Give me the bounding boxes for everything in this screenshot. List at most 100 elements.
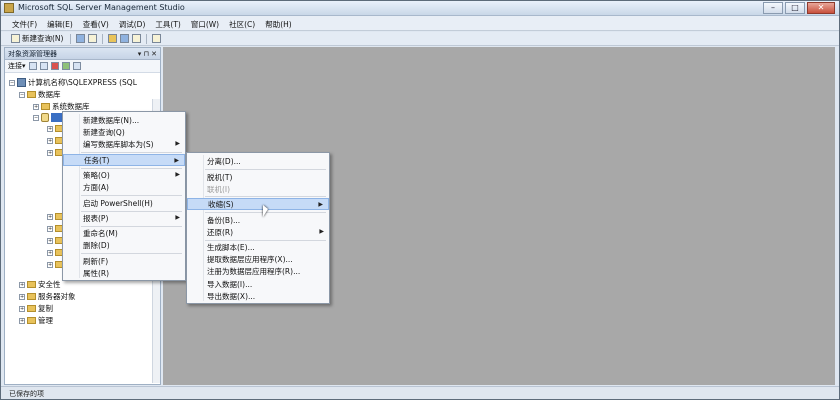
menu-item-register-data-tier-app[interactable]: 注册为数据层应用程序(R)... [187,265,329,277]
expand-toggle[interactable]: + [47,249,53,256]
menu-item-backup[interactable]: 备份(B)... [187,214,329,226]
expand-toggle[interactable]: + [19,317,25,324]
menu-item-label: 属性(R) [83,268,110,278]
database-engine-query-icon[interactable] [76,34,86,43]
expand-toggle[interactable]: + [47,225,53,232]
pane-controls[interactable]: ▾ ⊓ ✕ [138,50,157,58]
submenu-arrow-icon: ▶ [175,140,180,147]
new-query-label: 新建查询(N) [22,34,64,43]
collapse-toggle[interactable]: − [19,91,25,98]
filter-icon[interactable] [61,62,70,70]
menu-item-properties[interactable]: 属性(R) [63,267,185,279]
ssms-app-icon [4,3,14,13]
menu-item-shrink[interactable]: 收缩(S) ▶ [187,198,329,210]
stop-icon[interactable] [50,62,59,70]
menu-item-rename[interactable]: 重命名(M) [63,227,185,239]
menu-item-label: 新建查询(Q) [83,127,125,137]
submenu-arrow-icon: ▶ [319,228,324,235]
tasks-submenu: 分离(D)... 脱机(T) 联机(I) 收缩(S) ▶ 备份(B)... 还原(… [186,152,330,304]
expand-toggle[interactable]: + [47,261,53,268]
databases-node[interactable]: − 数据库 [19,89,61,100]
server-objects-node[interactable]: + 服务器对象 [19,291,76,302]
menu-item-label: 启动 PowerShell(H) [83,198,153,208]
submenu-arrow-icon: ▶ [175,171,180,178]
refresh-icon[interactable] [72,62,81,70]
replication-node[interactable]: + 复制 [19,303,53,314]
menu-item-import-data[interactable]: 导入数据(I)... [187,278,329,290]
expand-toggle[interactable]: + [47,137,53,144]
menu-separator [81,195,182,196]
window-title: Microsoft SQL Server Management Studio [18,3,185,12]
toolbar-separator [102,33,104,44]
database-icon [41,113,49,122]
registered-servers-icon[interactable] [152,34,162,43]
menu-item-label: 备份(B)... [207,215,241,225]
folder-icon [27,293,36,300]
menu-view[interactable]: 查看(V) [78,16,114,30]
toolbar-separator [146,33,148,44]
menu-item-label: 编写数据库脚本为(S) [83,139,154,149]
expand-toggle[interactable]: + [47,125,53,132]
new-query-button[interactable]: 新建查询(N) [9,33,65,44]
connect-dropdown[interactable]: 连接▾ [8,61,26,71]
menu-help[interactable]: 帮助(H) [260,16,297,30]
minimize-button[interactable]: – [763,2,783,14]
expand-toggle[interactable]: + [19,281,25,288]
expand-toggle[interactable]: + [33,103,39,110]
menu-item-script-database-as[interactable]: 编写数据库脚本为(S) ▶ [63,138,185,150]
menu-item-generate-scripts[interactable]: 生成脚本(E)... [187,241,329,253]
menu-item-detach[interactable]: 分离(D)... [187,155,329,167]
menu-debug[interactable]: 调试(D) [114,16,151,30]
save-icon[interactable] [120,34,130,43]
menu-item-label: 删除(D) [83,240,110,250]
menu-item-extract-data-tier-app[interactable]: 提取数据层应用程序(X)... [187,253,329,265]
expand-toggle[interactable]: + [19,293,25,300]
server-objects-label: 服务器对象 [38,292,76,301]
toolbar-separator [70,33,72,44]
save-all-icon[interactable] [132,34,142,43]
menu-item-refresh[interactable]: 刷新(F) [63,255,185,267]
status-bar: 已保存的项 [1,386,839,399]
management-node[interactable]: + 管理 [19,315,53,326]
menu-item-policies[interactable]: 策略(O) ▶ [63,169,185,181]
open-file-icon[interactable] [108,34,118,43]
menu-community[interactable]: 社区(C) [224,16,260,30]
menu-item-label: 新建数据库(N)... [83,115,140,125]
collapse-toggle[interactable]: − [9,79,15,86]
expand-toggle[interactable]: + [47,237,53,244]
collapse-toggle[interactable]: − [33,114,39,121]
menu-tools[interactable]: 工具(T) [150,16,185,30]
menu-item-take-offline[interactable]: 脱机(T) [187,171,329,183]
menu-item-restore[interactable]: 还原(R) ▶ [187,226,329,238]
menu-item-label: 方面(A) [83,182,109,192]
menu-item-new-database[interactable]: 新建数据库(N)... [63,114,185,126]
connect-icon[interactable] [28,62,37,70]
server-node[interactable]: − 计算机名称\SQLEXPRESS (SQL [9,77,137,88]
title-bar: Microsoft SQL Server Management Studio –… [1,1,839,16]
menu-item-label: 联机(I) [207,184,231,194]
menu-item-new-query[interactable]: 新建查询(Q) [63,126,185,138]
menu-file[interactable]: 文件(F) [7,16,42,30]
menu-item-export-data[interactable]: 导出数据(X)... [187,290,329,302]
close-button[interactable]: ✕ [807,2,835,14]
expand-toggle[interactable]: + [47,213,53,220]
menu-item-reports[interactable]: 报表(P) ▶ [63,212,185,224]
replication-label: 复制 [38,304,53,313]
object-explorer-header: 对象资源管理器 ▾ ⊓ ✕ [5,48,160,60]
security-node[interactable]: + 安全性 [19,279,61,290]
menu-item-facets[interactable]: 方面(A) [63,181,185,193]
menu-item-delete[interactable]: 删除(D) [63,239,185,251]
new-file-icon[interactable] [88,34,98,43]
expand-toggle[interactable]: + [47,149,53,156]
expand-toggle[interactable]: + [19,305,25,312]
window-controls: – □ ✕ [763,2,835,14]
menu-item-label: 分离(D)... [207,156,241,166]
menu-item-tasks[interactable]: 任务(T) ▶ [63,154,185,166]
disconnect-icon[interactable] [39,62,48,70]
maximize-button[interactable]: □ [785,2,805,14]
menu-item-bring-online: 联机(I) [187,183,329,195]
menu-edit[interactable]: 编辑(E) [42,16,78,30]
menu-item-start-powershell[interactable]: 启动 PowerShell(H) [63,197,185,209]
menu-window[interactable]: 窗口(W) [186,16,224,30]
databases-label: 数据库 [38,90,61,99]
